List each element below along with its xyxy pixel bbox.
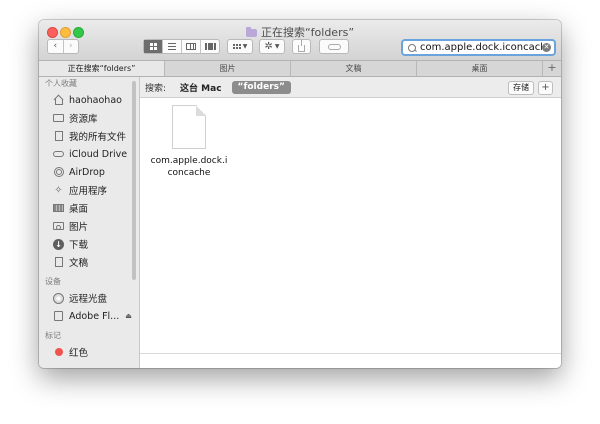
sidebar-item-label: Adobe Fl... [69, 310, 120, 322]
tag-icon [327, 43, 341, 50]
camera-icon [53, 221, 64, 232]
back-button[interactable]: ‹ [48, 40, 63, 53]
share-icon [298, 39, 305, 52]
icon-view-button[interactable] [144, 40, 162, 53]
scope-this-mac-button[interactable]: 这台 Mac [180, 81, 222, 94]
file-name: com.apple.dock.iconcache [150, 156, 228, 178]
sidebar-header-tags: 标记 [45, 331, 61, 340]
cloud-icon [53, 149, 64, 160]
document-icon [53, 131, 64, 142]
list-view-button[interactable] [162, 40, 181, 53]
sidebar-item-documents[interactable]: 文稿 [39, 253, 139, 271]
search-input[interactable]: com.apple.dock.iconcache [420, 42, 542, 53]
sidebar-scrollbar[interactable] [132, 81, 136, 280]
sidebar-item-airdrop[interactable]: AirDrop [39, 163, 139, 181]
icon-view-icon [149, 43, 157, 50]
sidebar-item-applications[interactable]: ✧ 应用程序 [39, 181, 139, 199]
sidebar: 个人收藏 haohaohao 资源库 我的所有文件 iCloud Drive A… [39, 77, 140, 368]
arrange-button[interactable]: ▼ [227, 39, 253, 54]
coverflow-view-button[interactable] [200, 40, 219, 53]
eject-icon[interactable]: ⏏ [125, 312, 132, 320]
sidebar-item-label: iCloud Drive [69, 148, 128, 160]
tag-button[interactable] [319, 39, 349, 54]
tab-documents[interactable]: 文稿 [291, 61, 417, 76]
status-bar-divider [140, 353, 561, 354]
sidebar-item-adobe-flash[interactable]: Adobe Fl... ⏏ [39, 307, 139, 325]
sidebar-item-label: 桌面 [69, 204, 89, 215]
tab-pictures[interactable]: 图片 [165, 61, 291, 76]
sidebar-item-remote-disc[interactable]: 远程光盘 [39, 289, 139, 307]
sidebar-item-label: AirDrop [69, 166, 105, 178]
column-view-button[interactable] [181, 40, 200, 53]
share-button[interactable] [292, 39, 311, 54]
sidebar-item-pictures[interactable]: 图片 [39, 217, 139, 235]
coverflow-view-icon [204, 43, 216, 50]
sidebar-item-label: 我的所有文件 [69, 132, 127, 143]
forward-button[interactable]: › [62, 40, 79, 53]
sidebar-header-favorites: 个人收藏 [45, 79, 77, 88]
tab-desktop[interactable]: 桌面 [417, 61, 543, 76]
disc-icon [53, 293, 64, 304]
drive-icon [53, 311, 64, 322]
home-icon [53, 95, 64, 106]
gear-icon: ✲ [264, 40, 273, 52]
action-button[interactable]: ✲ ▼ [259, 39, 285, 54]
sidebar-item-label: 图片 [69, 222, 89, 233]
view-mode-group [143, 39, 220, 54]
tab-searching-folders[interactable]: 正在搜索“folders” [39, 61, 165, 76]
sidebar-item-label: 文稿 [69, 258, 89, 269]
tab-bar: 正在搜索“folders” 图片 文稿 桌面 + [39, 61, 561, 77]
sidebar-item-label: haohaohao [69, 94, 122, 106]
sidebar-item-icloud-drive[interactable]: iCloud Drive [39, 145, 139, 163]
folder-icon [53, 113, 64, 124]
sidebar-item-downloads[interactable]: 下载 [39, 235, 139, 253]
airdrop-icon [53, 167, 64, 178]
search-scope-bar: 搜索: 这台 Mac “folders” 存储 + [140, 77, 561, 98]
search-field[interactable]: com.apple.dock.iconcache ✕ [401, 39, 556, 56]
sidebar-item-tag-red[interactable]: 红色 [39, 343, 139, 361]
clear-search-icon[interactable]: ✕ [542, 43, 551, 52]
finder-window: 正在搜索“folders” ‹ › ▼ ✲ ▼ com.apple.dock.i… [39, 20, 561, 368]
list-view-icon [168, 43, 176, 50]
sidebar-item-label: 应用程序 [69, 186, 108, 197]
results-area: 搜索: 这台 Mac “folders” 存储 + com.apple.dock… [140, 77, 561, 368]
sidebar-item-desktop[interactable]: 桌面 [39, 199, 139, 217]
chevron-down-icon: ▼ [274, 43, 280, 50]
sidebar-header-devices: 设备 [45, 277, 61, 286]
applications-icon: ✧ [54, 184, 63, 196]
scope-folders-button[interactable]: “folders” [231, 80, 291, 94]
scope-label: 搜索: [145, 83, 167, 94]
titlebar: 正在搜索“folders” ‹ › ▼ ✲ ▼ com.apple.dock.i… [39, 20, 561, 61]
smart-folder-icon [245, 27, 257, 37]
sidebar-item-all-my-files[interactable]: 我的所有文件 [39, 127, 139, 145]
add-criteria-button[interactable]: + [538, 81, 553, 95]
window-title: 正在搜索“folders” [260, 26, 355, 39]
window-title-wrap: 正在搜索“folders” [39, 24, 561, 40]
arrange-icon [232, 44, 241, 49]
navigation-group: ‹ › [47, 39, 79, 54]
sidebar-item-label: 下载 [69, 240, 89, 251]
sidebar-item-home[interactable]: haohaohao [39, 91, 139, 109]
sidebar-item-label: 远程光盘 [69, 294, 108, 305]
sidebar-item-library[interactable]: 资源库 [39, 109, 139, 127]
desktop-icon [53, 203, 64, 214]
chevron-down-icon: ▼ [242, 43, 248, 50]
file-item[interactable]: com.apple.dock.iconcache [146, 105, 232, 179]
sidebar-item-label: 资源库 [69, 114, 98, 125]
new-tab-button[interactable]: + [543, 61, 561, 76]
search-icon [408, 43, 416, 52]
download-icon [53, 239, 64, 250]
document-file-icon [172, 105, 206, 149]
red-tag-icon [53, 347, 64, 358]
sidebar-item-label: 红色 [69, 348, 89, 359]
documents-icon [53, 257, 64, 268]
column-view-icon [186, 43, 196, 50]
save-search-button[interactable]: 存储 [508, 81, 534, 95]
